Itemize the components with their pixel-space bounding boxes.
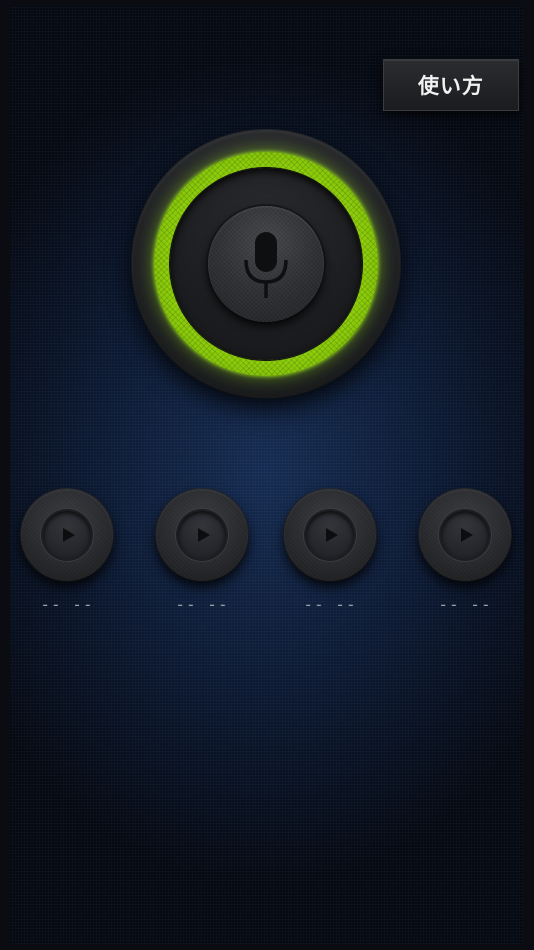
play-icon — [198, 528, 210, 542]
app-screen: 使い方 -- -- -- -- -- -- -- -- — [0, 0, 534, 950]
playback-slot-label: -- -- — [303, 595, 357, 614]
play-button-inner — [441, 511, 489, 559]
playback-slot-label: -- -- — [40, 595, 94, 614]
playback-slot-label: -- -- — [175, 595, 229, 614]
microphone-icon — [244, 232, 288, 298]
play-icon — [326, 528, 338, 542]
playback-slot-3: -- -- — [284, 489, 376, 615]
play-button-1[interactable] — [21, 489, 113, 581]
playback-slot-2: -- -- — [156, 489, 248, 615]
play-button-4[interactable] — [419, 489, 511, 581]
playback-slot-1: -- -- — [21, 489, 113, 615]
playback-slot-label: -- -- — [438, 595, 492, 614]
play-icon — [461, 528, 473, 542]
howto-button[interactable]: 使い方 — [383, 59, 519, 111]
play-button-inner — [306, 511, 354, 559]
play-button-3[interactable] — [284, 489, 376, 581]
play-button-2[interactable] — [156, 489, 248, 581]
playback-slot-4: -- -- — [419, 489, 511, 615]
record-button[interactable] — [208, 206, 324, 322]
record-control — [132, 130, 400, 398]
play-button-inner — [43, 511, 91, 559]
play-icon — [63, 528, 75, 542]
play-button-inner — [178, 511, 226, 559]
